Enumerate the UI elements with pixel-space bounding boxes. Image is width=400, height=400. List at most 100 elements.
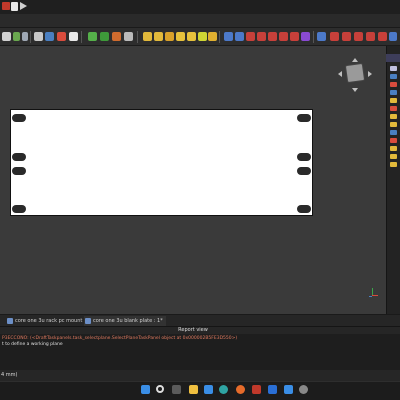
selection-icon[interactable] bbox=[390, 66, 397, 71]
axis-indicator bbox=[366, 286, 380, 300]
sphere-icon[interactable] bbox=[198, 32, 207, 41]
rotate-left-arrow-icon[interactable] bbox=[338, 71, 342, 77]
revolve-icon[interactable] bbox=[279, 32, 288, 41]
scale-icon[interactable] bbox=[390, 162, 397, 167]
view-fit-icon[interactable] bbox=[100, 32, 109, 41]
navigation-cube[interactable] bbox=[338, 58, 372, 92]
settings-icon[interactable] bbox=[299, 385, 308, 394]
checkmark-app-icon[interactable] bbox=[204, 385, 213, 394]
workbench-icon[interactable] bbox=[69, 32, 78, 41]
tab-rack-pc-mount[interactable]: core one 3u rack pc mount : 1* bbox=[6, 316, 93, 326]
attachment-icon[interactable] bbox=[389, 32, 397, 41]
rectangle-icon[interactable] bbox=[390, 122, 397, 127]
create-icon[interactable] bbox=[390, 74, 397, 79]
fillet-icon[interactable] bbox=[301, 32, 310, 41]
line-icon[interactable] bbox=[390, 82, 397, 87]
status-bar bbox=[0, 370, 400, 381]
tab-label: core one 3u rack pc mount : 1* bbox=[15, 318, 93, 324]
mounting-slot bbox=[297, 114, 311, 122]
search-icon[interactable] bbox=[156, 385, 164, 393]
redo-icon[interactable] bbox=[13, 32, 20, 41]
measure-icon[interactable] bbox=[165, 32, 174, 41]
play-macro-icon[interactable] bbox=[20, 2, 27, 10]
task-view-icon[interactable] bbox=[172, 385, 181, 394]
view-top-icon[interactable] bbox=[143, 32, 152, 41]
freecad-icon[interactable] bbox=[252, 385, 261, 394]
rotate-down-arrow-icon[interactable] bbox=[352, 88, 358, 92]
toolbar-separator bbox=[137, 31, 138, 43]
z-axis-icon bbox=[369, 296, 372, 297]
cursor-icon[interactable] bbox=[34, 32, 43, 41]
mounting-slot bbox=[12, 114, 26, 122]
firefox-icon[interactable] bbox=[236, 385, 245, 394]
move-icon[interactable] bbox=[390, 146, 397, 151]
text-icon[interactable] bbox=[390, 130, 397, 135]
file-explorer-icon[interactable] bbox=[189, 385, 198, 394]
section-icon[interactable] bbox=[366, 32, 375, 41]
refresh-icon[interactable] bbox=[45, 32, 54, 41]
box-icon[interactable] bbox=[176, 32, 185, 41]
cube-face[interactable] bbox=[344, 62, 366, 84]
view-front-icon[interactable] bbox=[124, 32, 133, 41]
toolbar-separator bbox=[219, 31, 220, 43]
dimension-icon[interactable] bbox=[390, 138, 397, 143]
toolbar-separator bbox=[313, 31, 314, 43]
thickness-icon[interactable] bbox=[354, 32, 363, 41]
union-icon[interactable] bbox=[235, 32, 244, 41]
rotate-up-arrow-icon[interactable] bbox=[352, 58, 358, 62]
toolbar-separator bbox=[30, 31, 31, 43]
title-bar bbox=[0, 0, 400, 14]
part-icon[interactable] bbox=[88, 32, 97, 41]
draft-icon[interactable] bbox=[342, 32, 351, 41]
document-tab-bar: core one 3u rack pc mount : 1* core one … bbox=[0, 314, 400, 326]
windows-taskbar bbox=[0, 381, 400, 400]
view-isometric-icon[interactable] bbox=[112, 32, 121, 41]
mounting-slot bbox=[297, 205, 311, 213]
shape-builder-icon[interactable] bbox=[378, 32, 387, 41]
torus-icon[interactable] bbox=[224, 32, 233, 41]
dock-header[interactable] bbox=[386, 54, 400, 62]
mounting-slot bbox=[12, 167, 26, 175]
intersect-icon[interactable] bbox=[257, 32, 266, 41]
menu-strip bbox=[0, 14, 400, 28]
stop-icon[interactable] bbox=[57, 32, 66, 41]
window-icon bbox=[2, 2, 10, 10]
extrude-icon[interactable] bbox=[268, 32, 277, 41]
mounting-slot bbox=[12, 205, 26, 213]
tab-label: core one 3u blank plate : 1* bbox=[93, 318, 163, 324]
tab-blank-plate[interactable]: core one 3u blank plate : 1* bbox=[84, 316, 166, 326]
report-view-panel[interactable]: P3ECCONO: (<DraftTaskpanels.task_selectp… bbox=[0, 334, 400, 370]
mail-icon[interactable] bbox=[284, 385, 293, 394]
cone-icon[interactable] bbox=[208, 32, 217, 41]
arc-icon[interactable] bbox=[390, 106, 397, 111]
mounting-slot bbox=[297, 167, 311, 175]
main-toolbar bbox=[0, 28, 400, 46]
x-axis-icon bbox=[372, 295, 378, 296]
cylinder-icon[interactable] bbox=[187, 32, 196, 41]
rotate-icon[interactable] bbox=[390, 154, 397, 159]
circle-icon[interactable] bbox=[390, 98, 397, 103]
offset-icon[interactable] bbox=[330, 32, 339, 41]
document-icon bbox=[7, 318, 13, 324]
mirror-icon[interactable] bbox=[290, 32, 299, 41]
wire-icon[interactable] bbox=[390, 90, 397, 95]
report-line-message: t to define a working plane bbox=[2, 342, 63, 347]
freecad-window: core one 3u rack pc mount : 1* core one … bbox=[0, 0, 400, 400]
undo-icon[interactable] bbox=[2, 32, 11, 41]
edge-browser-icon[interactable] bbox=[219, 385, 228, 394]
cut-icon[interactable] bbox=[246, 32, 255, 41]
report-view-title: Report view bbox=[178, 327, 208, 333]
status-text: 4 mm) bbox=[1, 372, 18, 378]
windows-start-icon[interactable] bbox=[141, 385, 150, 394]
document-icon bbox=[85, 318, 91, 324]
toolbar-separator bbox=[81, 31, 82, 43]
macro-icon[interactable] bbox=[22, 32, 28, 41]
mounting-slot bbox=[297, 153, 311, 161]
rotate-right-arrow-icon[interactable] bbox=[368, 71, 372, 77]
blank-plate-model[interactable] bbox=[10, 109, 313, 216]
view-right-icon[interactable] bbox=[154, 32, 163, 41]
chamfer-icon[interactable] bbox=[317, 32, 326, 41]
new-document-icon[interactable] bbox=[11, 2, 18, 11]
polygon-icon[interactable] bbox=[390, 114, 397, 119]
outlook-icon[interactable] bbox=[268, 385, 277, 394]
